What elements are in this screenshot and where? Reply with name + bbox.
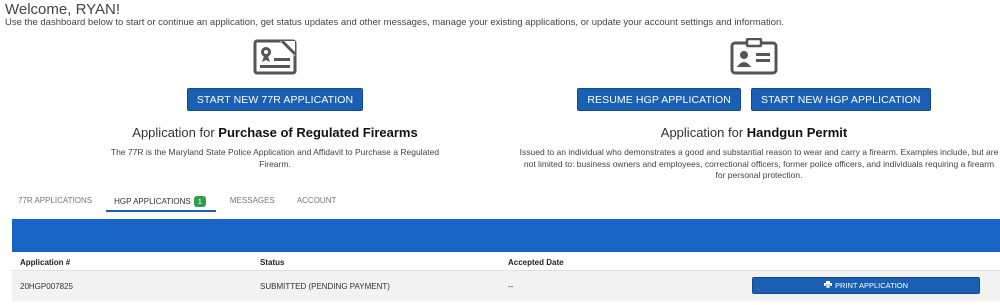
table-banner bbox=[12, 219, 1000, 252]
column-status: Status bbox=[260, 258, 285, 267]
tab-account[interactable]: ACCOUNT bbox=[289, 192, 347, 212]
id-card-icon bbox=[508, 38, 1000, 88]
resume-hgp-button[interactable]: RESUME HGP APPLICATION bbox=[577, 88, 741, 111]
certificate-document-icon bbox=[105, 38, 445, 88]
column-accepted-date: Accepted Date bbox=[508, 258, 564, 267]
start-new-hgp-button[interactable]: START NEW HGP APPLICATION bbox=[750, 88, 931, 111]
table-header: Application # Status Accepted Date bbox=[12, 252, 1000, 271]
count-badge: 1 bbox=[193, 196, 206, 207]
accepted-date: -- bbox=[508, 282, 514, 291]
tab-77r-applications[interactable]: 77R APPLICATIONS bbox=[10, 192, 102, 212]
panel-hgp-title: Application for Handgun Permit bbox=[660, 125, 848, 140]
panel-hgp: RESUME HGP APPLICATION START NEW HGP APP… bbox=[508, 38, 1000, 182]
start-new-77r-button[interactable]: START NEW 77R APPLICATION bbox=[186, 88, 364, 111]
printer-icon bbox=[823, 281, 832, 290]
tab-hgp-applications[interactable]: HGP APPLICATIONS 1 bbox=[106, 192, 216, 212]
panel-77r-description: The 77R is the Maryland State Police App… bbox=[110, 147, 440, 169]
application-status: SUBMITTED (PENDING PAYMENT) bbox=[260, 282, 390, 291]
column-application-number: Application # bbox=[20, 258, 71, 267]
panel-77r-title: Application for Purchase of Regulated Fi… bbox=[132, 125, 418, 140]
intro-text: Use the dashboard below to start or cont… bbox=[5, 17, 784, 28]
dashboard-tabs: 77R APPLICATIONS HGP APPLICATIONS 1 MESSA… bbox=[10, 192, 346, 212]
panel-hgp-description: Issued to an individual who demonstrates… bbox=[519, 147, 999, 180]
print-application-button[interactable]: PRINT APPLICATION bbox=[752, 277, 980, 294]
welcome-heading: Welcome, RYAN! bbox=[5, 1, 121, 18]
table-row: 20HGP007825 SUBMITTED (PENDING PAYMENT) … bbox=[12, 271, 1000, 301]
tab-messages[interactable]: MESSAGES bbox=[222, 192, 285, 212]
application-number: 20HGP007825 bbox=[20, 282, 73, 291]
panel-77r: START NEW 77R APPLICATION Application fo… bbox=[105, 38, 445, 170]
